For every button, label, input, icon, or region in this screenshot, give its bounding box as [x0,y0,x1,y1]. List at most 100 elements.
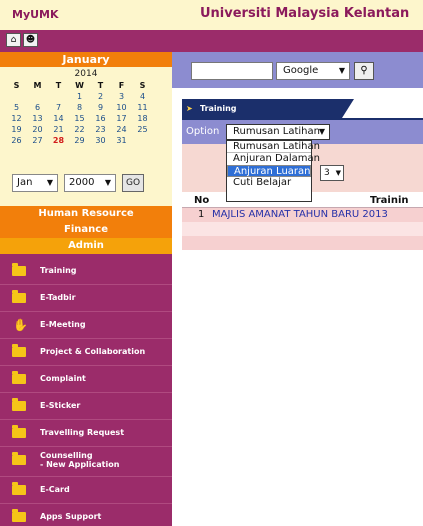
calendar-widget: January 2014 S M T W T F S 1 2 3 4 5 6 7 8 9 10 11 12 13 14 1… [0,52,172,206]
calendar-day[interactable]: 28 [48,135,69,146]
calendar-day[interactable]: 24 [111,124,132,135]
page-size-select[interactable]: 3 ▼ [320,165,344,181]
home-button[interactable]: ⌂ [6,33,21,47]
calendar-month: January [0,52,172,67]
calendar-day[interactable]: 2 [90,91,111,102]
main-content: Google ▼ ⚲ ➤ Training Option Rumusan Lat… [172,52,423,526]
brand-logo-text[interactable]: MyUMK [12,8,59,21]
sidebar-menu-list: Training E-Tadbir ✋ E-Meeting Project & … [0,258,172,526]
sidebar-item-project-collaboration[interactable]: Project & Collaboration [0,339,172,366]
calendar-day[interactable]: 1 [69,91,90,102]
calendar-day[interactable]: 11 [132,102,153,113]
calendar-day[interactable]: 3 [111,91,132,102]
university-title: Universiti Malaysia Kelantan [200,6,410,21]
option-label: Option [186,126,220,137]
sidebar-item-e-card[interactable]: E-Card [0,477,172,504]
dropdown-option[interactable]: Anjuran Dalaman [227,153,320,165]
calendar-day[interactable]: 8 [69,102,90,113]
sidebar-item-e-meeting[interactable]: ✋ E-Meeting [0,312,172,339]
calendar-controls: Jan ▼ 2000 ▼ GO [12,174,144,194]
search-bar: Google ▼ ⚲ [172,52,423,88]
calendar-weekday: S [139,81,146,90]
sidebar-item-travelling-request[interactable]: Travelling Request [0,420,172,447]
calendar-day[interactable]: 15 [69,113,90,124]
top-toolbar: ⌂ ☻ [0,30,423,52]
calendar-day[interactable]: 10 [111,102,132,113]
table-row[interactable]: 1 MAJLIS AMANAT TAHUN BARU 2013 [182,208,423,222]
dropdown-option-highlighted[interactable]: Anjuran Luaran [227,165,311,177]
search-engine-select[interactable]: Google ▼ [276,62,350,80]
month-select[interactable]: Jan ▼ [12,174,58,192]
sidebar-item-e-sticker[interactable]: E-Sticker [0,393,172,420]
calendar-day[interactable]: 16 [90,113,111,124]
sidebar-item-label: E-Meeting [40,320,86,329]
year-select[interactable]: 2000 ▼ [64,174,116,192]
search-input[interactable] [191,62,273,80]
calendar-day[interactable]: 27 [27,135,48,146]
calendar-day[interactable]: 23 [90,124,111,135]
sidebar-item-apps-support[interactable]: Apps Support [0,504,172,526]
year-select-value: 2000 [69,177,95,188]
sidebar-item-complaint[interactable]: Complaint [0,366,172,393]
folder-icon [12,290,26,303]
calendar-go-button[interactable]: GO [122,174,144,192]
calendar-weekday: M [33,81,42,90]
folder-icon [12,482,26,495]
calendar-day[interactable]: 25 [132,124,153,135]
calendar-grid: S M T W T F S 1 2 3 4 5 6 7 8 9 10 11 12 13 14 15 16 17 18 19 20 21… [6,80,168,146]
chevron-down-icon: ▼ [338,66,345,75]
dropdown-option[interactable]: Cuti Belajar [227,177,311,189]
user-button[interactable]: ☻ [23,33,38,47]
calendar-weekday: S [13,81,20,90]
calendar-day[interactable]: 6 [27,102,48,113]
sidebar-item-training[interactable]: Training [0,258,172,285]
calendar-day-empty [6,91,27,102]
calendar-day[interactable]: 18 [132,113,153,124]
menu-admin[interactable]: Admin [0,238,172,254]
calendar-day[interactable]: 14 [48,113,69,124]
tab-training[interactable]: ➤ Training [182,99,354,118]
column-header-no: No [194,195,210,206]
menu-finance[interactable]: Finance [0,222,172,238]
calendar-day-empty [132,135,153,146]
sidebar-item-label: E-Sticker [40,401,81,410]
sidebar-item-label: Apps Support [40,512,102,521]
table-row-empty [182,222,423,236]
sidebar-item-label: E-Card [40,485,70,494]
calendar-day[interactable]: 5 [6,102,27,113]
calendar-weekday-row: SMTWTFS [6,80,168,91]
menu-human-resource[interactable]: Human Resource [0,206,172,222]
home-icon: ⌂ [10,35,17,45]
calendar-day[interactable]: 22 [69,124,90,135]
calendar-day[interactable]: 30 [90,135,111,146]
calendar-day[interactable]: 21 [48,124,69,135]
calendar-day[interactable]: 7 [48,102,69,113]
tab-training-label: Training [200,104,237,113]
calendar-day[interactable]: 9 [90,102,111,113]
folder-icon [12,509,26,522]
sidebar-item-counselling[interactable]: Counselling - New Application [0,447,172,477]
arrow-icon: ➤ [186,104,193,113]
calendar-day[interactable]: 19 [6,124,27,135]
option-select[interactable]: Rumusan Latihan ▼ [226,124,330,140]
calendar-day[interactable]: 4 [132,91,153,102]
calendar-day[interactable]: 17 [111,113,132,124]
calendar-day[interactable]: 26 [6,135,27,146]
search-button[interactable]: ⚲ [354,62,374,80]
calendar-year: 2014 [74,69,98,79]
sidebar-item-label: Project & Collaboration [40,347,146,356]
calendar-weekday: T [97,81,104,90]
calendar-day[interactable]: 20 [27,124,48,135]
row-training-link[interactable]: MAJLIS AMANAT TAHUN BARU 2013 [212,209,388,220]
calendar-day[interactable]: 13 [27,113,48,124]
dropdown-option[interactable]: Rumusan Latihan [227,141,320,153]
calendar-day[interactable]: 12 [6,113,27,124]
calendar-day[interactable]: 29 [69,135,90,146]
option-dropdown-list: Rumusan Latihan Anjuran Dalaman Anjuran … [226,140,320,202]
calendar-day-empty [27,91,48,102]
sidebar-item-e-tadbir[interactable]: E-Tadbir [0,285,172,312]
calendar-week-row: 1234 [6,91,168,102]
calendar-day[interactable]: 31 [111,135,132,146]
option-select-value: Rumusan Latihan [233,126,320,137]
sidebar-item-label: Training [40,266,77,275]
